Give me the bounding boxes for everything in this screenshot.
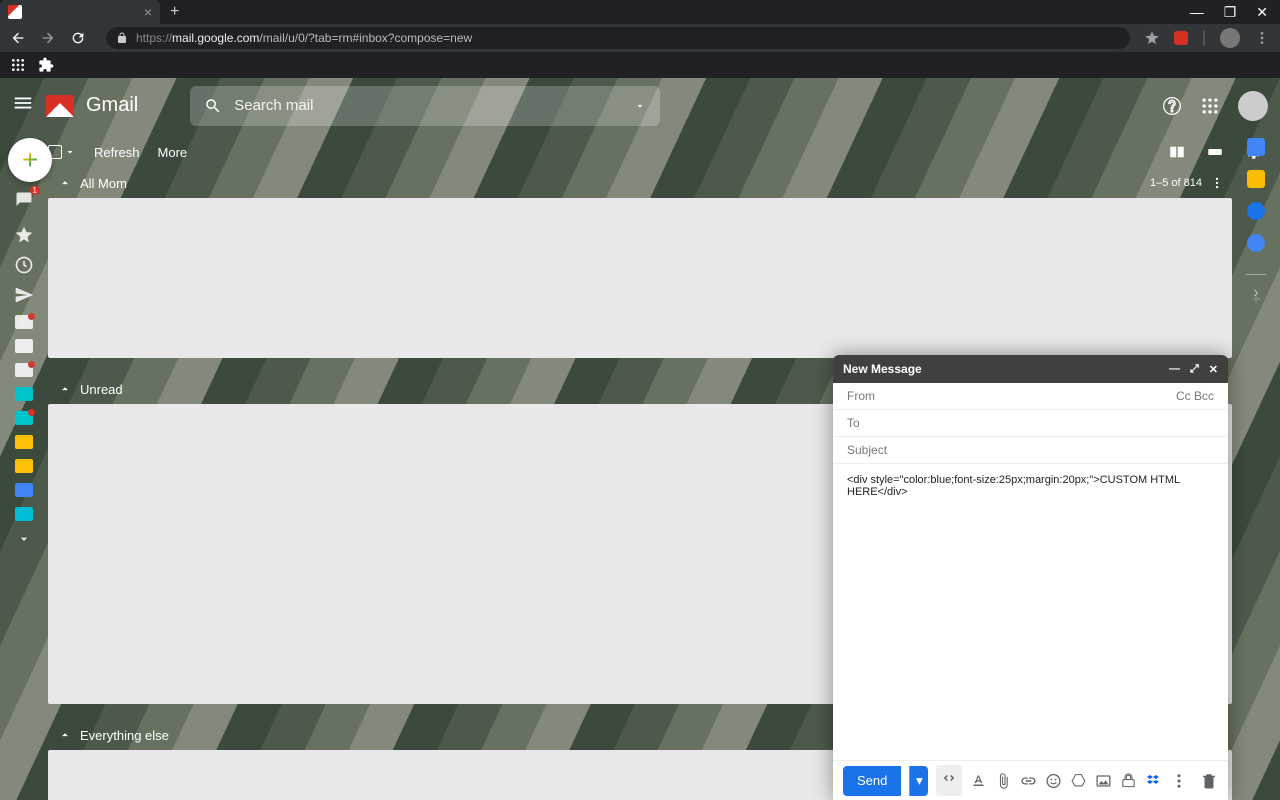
reload-icon[interactable] [70,30,86,46]
profile-avatar[interactable] [1220,28,1240,48]
back-icon[interactable] [10,30,26,46]
gmail-brand: Gmail [86,94,138,117]
close-tab-icon[interactable]: × [144,4,152,20]
pagination-text: 1–5 of 814 [1150,177,1202,189]
to-field[interactable]: To [833,410,1228,437]
inbox-icon[interactable]: 1 [14,190,34,215]
right-side-panel: + › [1236,138,1276,310]
more-labels-icon[interactable] [16,531,32,547]
label-folder-icon[interactable] [15,339,33,353]
minimize-compose-icon[interactable]: — [1169,363,1180,376]
select-all-checkbox[interactable] [48,145,76,159]
attach-icon[interactable] [995,772,1012,790]
from-field[interactable]: From Cc Bcc [833,383,1228,410]
dropbox-icon[interactable] [1145,772,1162,790]
google-apps-icon[interactable] [1200,96,1220,116]
label-folder-icon[interactable] [15,411,33,425]
collapse-icon [58,728,72,742]
refresh-button[interactable]: Refresh [94,145,140,160]
bcc-link[interactable]: Bcc [1194,389,1214,403]
extension-icon[interactable] [1174,31,1188,45]
compose-body[interactable]: <div style="color:blue;font-size:25px;ma… [833,464,1228,760]
bookmark-star-icon[interactable] [1144,30,1160,46]
forward-icon[interactable] [40,30,56,46]
calendar-addon-icon[interactable] [1247,138,1265,156]
url-field[interactable]: https://mail.google.com/mail/u/0/?tab=rm… [106,27,1130,49]
label-folder-icon[interactable] [15,483,33,497]
formatting-icon[interactable] [970,772,987,790]
mail-toolbar: Refresh More [48,133,1280,171]
label-folder-icon[interactable] [15,507,33,521]
gmail-logo-icon [46,95,74,117]
close-window-icon[interactable]: ✕ [1256,4,1268,21]
search-input[interactable]: Search mail [190,86,660,126]
plus-icon [22,144,38,176]
split-pane-icon[interactable] [1168,143,1186,161]
close-compose-icon[interactable]: ✕ [1209,363,1218,376]
browser-tab[interactable]: × [0,0,160,24]
tasks-addon-icon[interactable] [1247,202,1265,220]
compose-toolbar: Send ▾ [833,760,1228,800]
fullscreen-compose-icon[interactable]: ⤢ [1190,363,1199,376]
label-folder-icon[interactable] [15,435,33,449]
section-menu-icon[interactable] [1210,176,1224,190]
link-icon[interactable] [1020,772,1037,790]
confidential-icon[interactable] [1120,772,1137,790]
keep-addon-icon[interactable] [1247,170,1265,188]
main-menu-icon[interactable] [12,92,34,119]
label-folder-icon[interactable] [15,363,33,377]
extensions-icon[interactable] [38,57,54,73]
send-options-button[interactable]: ▾ [909,766,928,796]
cc-link[interactable]: Cc [1176,389,1191,403]
input-tools-icon[interactable] [1206,143,1224,161]
gmail-header: Gmail Search mail [0,78,1280,133]
support-icon[interactable] [1162,96,1182,116]
drive-icon[interactable] [1070,772,1087,790]
search-icon [204,97,222,115]
left-navigation: 1 [8,190,40,547]
more-options-icon[interactable] [1170,772,1188,790]
html-toggle-icon[interactable] [936,765,962,796]
compose-title: New Message [843,362,922,376]
browser-chrome: × + — ❐ ✕ https://mail.google.com/mail/u… [0,0,1280,78]
maximize-window-icon[interactable]: ❐ [1224,4,1237,21]
search-placeholder: Search mail [234,97,313,114]
apps-grid-icon[interactable] [10,57,26,73]
compose-button[interactable] [8,138,52,182]
collapse-icon [58,176,72,190]
account-avatar[interactable] [1238,91,1268,121]
compose-window: New Message — ⤢ ✕ From Cc Bcc To Subject… [833,355,1228,800]
hide-panel-icon[interactable]: › [1253,284,1258,302]
lock-icon [116,32,128,44]
new-tab-button[interactable]: + [160,3,189,21]
snoozed-icon[interactable] [14,255,34,275]
bookmarks-bar [0,52,1280,78]
sent-icon[interactable] [14,285,34,305]
gmail-favicon [8,5,22,19]
section-header[interactable]: All Mom 1–5 of 814 [48,168,1232,198]
send-button[interactable]: Send [843,766,901,796]
compose-title-bar[interactable]: New Message — ⤢ ✕ [833,355,1228,383]
addon-icon[interactable] [1247,234,1265,252]
mail-list-panel[interactable] [48,198,1232,358]
search-options-icon[interactable] [634,100,646,112]
discard-draft-icon[interactable] [1200,772,1218,790]
starred-icon[interactable] [14,225,34,245]
emoji-icon[interactable] [1045,772,1062,790]
minimize-window-icon[interactable]: — [1190,4,1204,21]
label-folder-icon[interactable] [15,459,33,473]
url-text: https://mail.google.com/mail/u/0/?tab=rm… [136,31,472,45]
label-folder-icon[interactable] [15,387,33,401]
subject-field[interactable]: Subject [833,437,1228,464]
address-bar: https://mail.google.com/mail/u/0/?tab=rm… [0,24,1280,52]
collapse-icon [58,382,72,396]
photo-icon[interactable] [1095,772,1112,790]
tab-bar: × + — ❐ ✕ [0,0,1280,24]
more-button[interactable]: More [158,145,188,160]
browser-menu-icon[interactable] [1254,30,1270,46]
gmail-app: Gmail Search mail Refresh More 1 [0,78,1280,800]
window-controls: — ❐ ✕ [1190,4,1280,21]
label-folder-icon[interactable] [15,315,33,329]
